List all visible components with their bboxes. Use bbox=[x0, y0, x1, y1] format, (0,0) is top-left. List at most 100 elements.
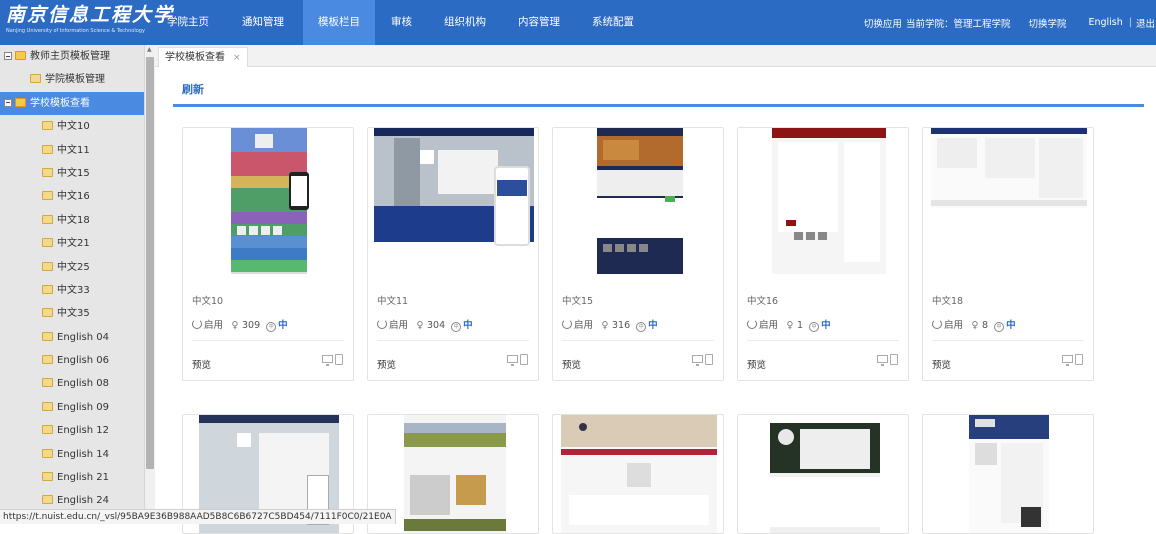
template-card[interactable]: 中文10 启用 ♀ 309 中中预览 bbox=[182, 127, 354, 381]
tree-node[interactable]: English 04 bbox=[0, 326, 144, 349]
template-card[interactable]: 中文15 启用 ♀ 316 中中预览 bbox=[552, 127, 724, 381]
sidebar-scrollbar[interactable]: ▲ bbox=[144, 45, 155, 524]
page-icon bbox=[42, 448, 53, 458]
close-icon[interactable]: × bbox=[233, 53, 241, 63]
thumb-block bbox=[931, 200, 1087, 206]
tree-node[interactable]: English 14 bbox=[0, 443, 144, 466]
template-thumbnail[interactable] bbox=[189, 128, 349, 274]
thumb-block bbox=[394, 138, 420, 208]
tree-node[interactable]: 中文16 bbox=[0, 185, 144, 208]
template-status: 启用 bbox=[389, 320, 409, 331]
template-thumbnail[interactable] bbox=[374, 415, 534, 533]
tree-node-label: 学院模板管理 bbox=[45, 74, 105, 86]
template-card[interactable] bbox=[552, 414, 724, 534]
thumb-block bbox=[231, 236, 307, 248]
tree-node[interactable]: 中文15 bbox=[0, 162, 144, 185]
thumb-block bbox=[665, 196, 675, 202]
template-thumbnail[interactable] bbox=[929, 128, 1089, 274]
device-preview-icon[interactable] bbox=[877, 354, 899, 366]
preview-button[interactable]: 预览 bbox=[932, 357, 951, 371]
tree-node[interactable]: 中文10 bbox=[0, 115, 144, 138]
tree-node[interactable]: English 08 bbox=[0, 372, 144, 395]
thumb-block bbox=[255, 134, 273, 148]
english-link[interactable]: English bbox=[1088, 17, 1122, 28]
thumb-block bbox=[561, 415, 717, 447]
current-college-label: 当前学院：管理工程学院 bbox=[905, 18, 1011, 30]
template-name: 中文10 bbox=[192, 296, 224, 307]
preview-button[interactable]: 预览 bbox=[747, 357, 766, 371]
preview-button[interactable]: 预览 bbox=[192, 357, 211, 371]
thumb-block bbox=[800, 429, 870, 469]
nav-item-2[interactable]: 模板栏目 bbox=[303, 0, 375, 45]
tree-node[interactable]: English 12 bbox=[0, 419, 144, 442]
template-thumbnail[interactable] bbox=[744, 415, 904, 533]
template-card[interactable] bbox=[737, 414, 909, 534]
tree-node[interactable]: English 21 bbox=[0, 466, 144, 489]
thumb-block bbox=[639, 244, 648, 252]
university-logo[interactable]: 南京信息工程大学 Nanjing University of Informati… bbox=[6, 3, 172, 43]
tree-node[interactable]: 中文18 bbox=[0, 209, 144, 232]
tree-node[interactable]: 教师主页模板管理 bbox=[0, 45, 144, 68]
nav-item-6[interactable]: 系统配置 bbox=[576, 0, 650, 45]
template-thumbnail[interactable] bbox=[929, 415, 1089, 533]
tree-node[interactable]: 中文35 bbox=[0, 302, 144, 325]
thumb-block bbox=[438, 150, 498, 194]
device-preview-icon[interactable] bbox=[1062, 354, 1084, 366]
thumb-block bbox=[794, 232, 803, 240]
page-icon bbox=[42, 355, 53, 365]
template-card[interactable]: 中文11 启用 ♀ 304 中中预览 bbox=[367, 127, 539, 381]
template-language: 中 bbox=[821, 320, 831, 331]
template-card[interactable] bbox=[922, 414, 1094, 534]
template-thumbnail[interactable] bbox=[744, 128, 904, 274]
tree-node[interactable]: 学校模板查看 bbox=[0, 91, 144, 116]
tree-node[interactable]: 中文11 bbox=[0, 139, 144, 162]
tree-node[interactable]: 中文25 bbox=[0, 256, 144, 279]
template-stats: 启用 ♀ 309 中中 bbox=[192, 317, 288, 332]
preview-button[interactable]: 预览 bbox=[562, 357, 581, 371]
nav-item-0[interactable]: 学院主页 bbox=[153, 0, 223, 45]
thumb-block bbox=[818, 232, 827, 240]
scroll-up-arrow-icon[interactable]: ▲ bbox=[147, 47, 152, 53]
thumb-block bbox=[231, 212, 307, 224]
device-preview-icon[interactable] bbox=[507, 354, 529, 366]
collapse-toggle-icon[interactable] bbox=[4, 52, 12, 60]
template-name: 中文18 bbox=[932, 296, 964, 307]
nav-item-3[interactable]: 审核 bbox=[375, 0, 428, 45]
tree-node-label: 中文11 bbox=[57, 144, 90, 156]
tablet-icon bbox=[520, 354, 528, 365]
switch-app-link[interactable]: 切换应用 bbox=[864, 16, 902, 30]
collapse-toggle-icon[interactable] bbox=[4, 98, 12, 107]
logout-link[interactable]: 退出 bbox=[1136, 16, 1155, 30]
tree-node[interactable]: 中文21 bbox=[0, 232, 144, 255]
template-status: 启用 bbox=[759, 320, 779, 331]
device-preview-icon[interactable] bbox=[322, 354, 344, 366]
thumb-block bbox=[199, 415, 339, 423]
desktop-icon bbox=[322, 355, 333, 366]
tab-school-template-view[interactable]: 学校模板查看 × bbox=[158, 47, 248, 67]
thumb-block bbox=[770, 415, 880, 423]
scrollbar-thumb[interactable] bbox=[146, 57, 154, 469]
nav-item-1[interactable]: 通知管理 bbox=[223, 0, 303, 45]
nav-item-5[interactable]: 内容管理 bbox=[502, 0, 576, 45]
tree-node[interactable]: 中文33 bbox=[0, 279, 144, 302]
thumb-block bbox=[615, 244, 624, 252]
template-thumbnail[interactable] bbox=[374, 128, 534, 274]
nav-item-4[interactable]: 组织机构 bbox=[428, 0, 502, 45]
thumb-block bbox=[231, 248, 307, 260]
tree-node[interactable]: 学院模板管理 bbox=[0, 68, 144, 91]
thumb-block bbox=[778, 429, 794, 445]
card-divider bbox=[377, 340, 529, 341]
template-thumbnail[interactable] bbox=[559, 128, 719, 274]
template-card[interactable]: 中文18 启用 ♀ 8 中中预览 bbox=[922, 127, 1094, 381]
template-card[interactable]: 中文16 启用 ♀ 1 中中预览 bbox=[737, 127, 909, 381]
preview-button[interactable]: 预览 bbox=[377, 357, 396, 371]
template-thumbnail[interactable] bbox=[559, 415, 719, 533]
thumb-block bbox=[597, 198, 683, 238]
tree-node[interactable]: English 09 bbox=[0, 396, 144, 419]
refresh-button[interactable]: 刷新 bbox=[182, 81, 204, 97]
thumb-block bbox=[249, 226, 258, 235]
template-status: 启用 bbox=[944, 320, 964, 331]
device-preview-icon[interactable] bbox=[692, 354, 714, 366]
tree-node[interactable]: English 06 bbox=[0, 349, 144, 372]
switch-college-link[interactable]: 切换学院 bbox=[1028, 16, 1066, 30]
